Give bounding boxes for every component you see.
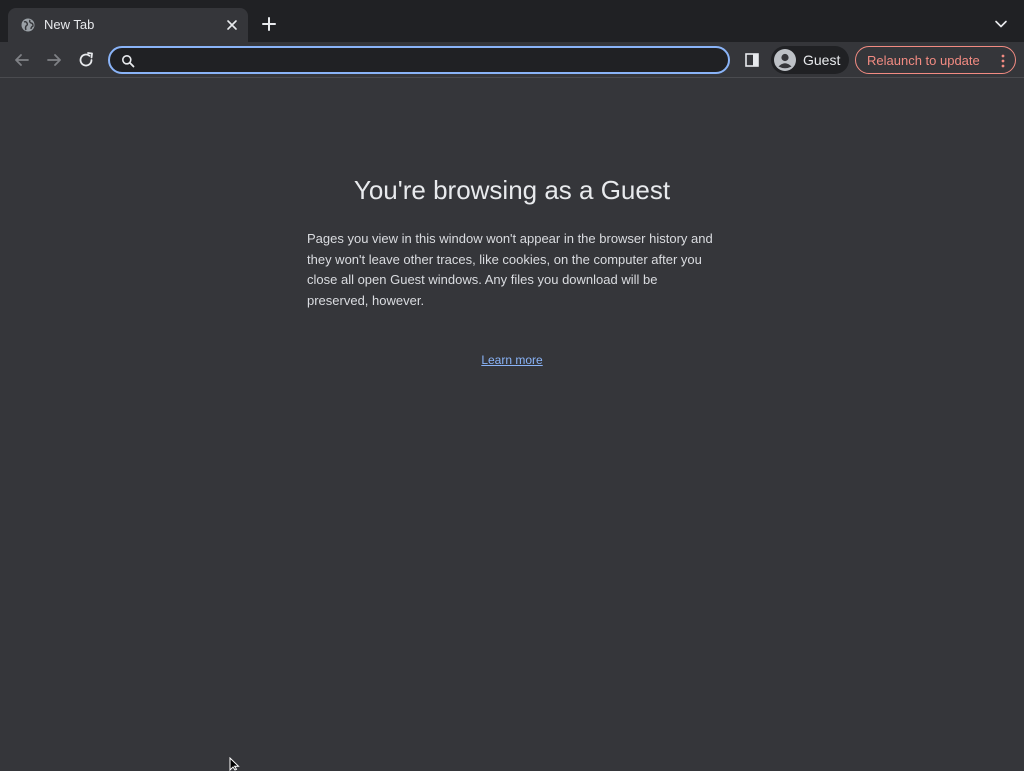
tab-title: New Tab <box>44 17 95 32</box>
omnibox-input[interactable] <box>146 50 716 70</box>
arrow-left-icon[interactable] <box>12 50 32 70</box>
reload-icon[interactable] <box>76 50 96 70</box>
search-icon <box>122 55 135 68</box>
profile-button[interactable]: Guest <box>771 46 849 74</box>
page-title: You're browsing as a Guest <box>353 175 671 205</box>
toolbar: Guest Relaunch to update <box>0 42 1024 78</box>
globe-icon <box>21 18 35 32</box>
tab-new-tab[interactable]: New Tab <box>8 8 248 42</box>
chevron-down-icon[interactable] <box>994 17 1008 31</box>
relaunch-to-update-button[interactable]: Relaunch to update <box>855 46 1016 74</box>
tab-strip: New Tab <box>0 0 1024 42</box>
arrow-right-icon[interactable] <box>44 50 64 70</box>
relaunch-label: Relaunch to update <box>867 53 980 68</box>
mouse-cursor-icon <box>229 757 240 771</box>
side-panel-icon[interactable] <box>743 51 761 69</box>
avatar-icon <box>774 49 796 71</box>
guest-description: Pages you view in this window won't appe… <box>307 231 713 308</box>
close-icon[interactable] <box>224 17 240 33</box>
omnibox[interactable] <box>108 46 730 74</box>
plus-icon[interactable] <box>260 15 278 33</box>
vertical-dots-icon[interactable] <box>999 53 1007 69</box>
profile-name: Guest <box>803 52 841 68</box>
learn-more-link[interactable]: Learn more <box>0 353 1024 367</box>
guest-page: You're browsing as a Guest Pages you vie… <box>0 79 1024 768</box>
